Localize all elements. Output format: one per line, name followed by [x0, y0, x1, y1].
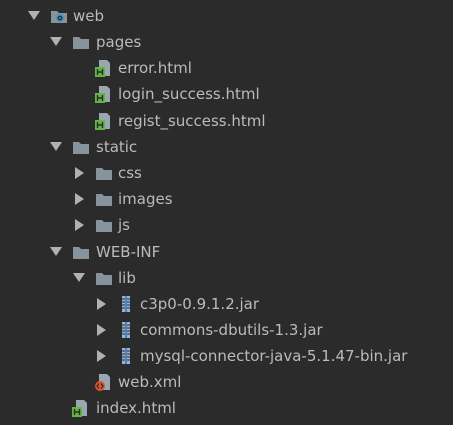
tree-node-label: index.html: [96, 399, 176, 417]
folder-icon: [95, 216, 113, 234]
collapse-arrow-icon[interactable]: [97, 324, 106, 336]
tree-node-static[interactable]: static: [0, 134, 453, 160]
tree-node-error-html[interactable]: error.html: [0, 55, 453, 81]
tree-node-lib[interactable]: lib: [0, 265, 453, 291]
project-tree: web pages error.html login_success.html …: [0, 0, 453, 425]
expand-arrow-icon[interactable]: [73, 273, 85, 282]
tree-node-web-inf[interactable]: WEB-INF: [0, 239, 453, 265]
tree-node-mysql-jar[interactable]: mysql-connector-java-5.1.47-bin.jar: [0, 343, 453, 369]
tree-node-index-html[interactable]: index.html: [0, 395, 453, 421]
tree-node-label: web.xml: [118, 373, 182, 391]
tree-node-label: c3p0-0.9.1.2.jar: [140, 295, 260, 313]
web-folder-icon: [50, 7, 68, 25]
tree-node-label: pages: [96, 33, 142, 51]
tree-node-pages[interactable]: pages: [0, 29, 453, 55]
jar-icon: [117, 295, 135, 313]
tree-node-label: images: [118, 190, 173, 208]
collapse-arrow-icon[interactable]: [97, 298, 106, 310]
collapse-arrow-icon[interactable]: [97, 350, 106, 362]
tree-node-label: css: [118, 164, 142, 182]
tree-node-label: lib: [118, 269, 136, 287]
tree-node-label: web: [73, 7, 105, 25]
expand-arrow-icon[interactable]: [50, 247, 62, 256]
jar-icon: [117, 321, 135, 339]
folder-icon: [95, 164, 113, 182]
tree-node-c3p0-jar[interactable]: c3p0-0.9.1.2.jar: [0, 291, 453, 317]
folder-icon: [95, 190, 113, 208]
html-file-icon: [95, 85, 113, 103]
tree-node-js[interactable]: js: [0, 212, 453, 238]
tree-node-label: commons-dbutils-1.3.jar: [140, 321, 323, 339]
expand-arrow-icon[interactable]: [50, 37, 62, 46]
tree-node-regist-success-html[interactable]: regist_success.html: [0, 108, 453, 134]
tree-node-web[interactable]: web: [0, 3, 453, 29]
html-file-icon: [95, 59, 113, 77]
expand-arrow-icon[interactable]: [28, 11, 40, 20]
tree-node-label: js: [118, 216, 130, 234]
tree-node-login-success-html[interactable]: login_success.html: [0, 81, 453, 107]
folder-icon: [72, 33, 90, 51]
tree-node-label: error.html: [118, 59, 192, 77]
xml-file-icon: [95, 373, 113, 391]
tree-node-label: regist_success.html: [118, 112, 266, 130]
jar-icon: [117, 347, 135, 365]
tree-node-label: static: [96, 138, 138, 156]
expand-arrow-icon[interactable]: [50, 142, 62, 151]
tree-node-images[interactable]: images: [0, 186, 453, 212]
folder-icon: [95, 269, 113, 287]
tree-node-css[interactable]: css: [0, 160, 453, 186]
collapse-arrow-icon[interactable]: [75, 193, 84, 205]
collapse-arrow-icon[interactable]: [75, 167, 84, 179]
tree-node-label: WEB-INF: [96, 243, 161, 261]
folder-icon: [72, 138, 90, 156]
collapse-arrow-icon[interactable]: [75, 219, 84, 231]
tree-node-web-xml[interactable]: web.xml: [0, 369, 453, 395]
html-file-icon: [72, 399, 90, 417]
tree-node-label: mysql-connector-java-5.1.47-bin.jar: [140, 347, 408, 365]
tree-node-dbutils-jar[interactable]: commons-dbutils-1.3.jar: [0, 317, 453, 343]
html-file-icon: [95, 112, 113, 130]
tree-node-label: login_success.html: [118, 85, 260, 103]
folder-icon: [72, 243, 90, 261]
